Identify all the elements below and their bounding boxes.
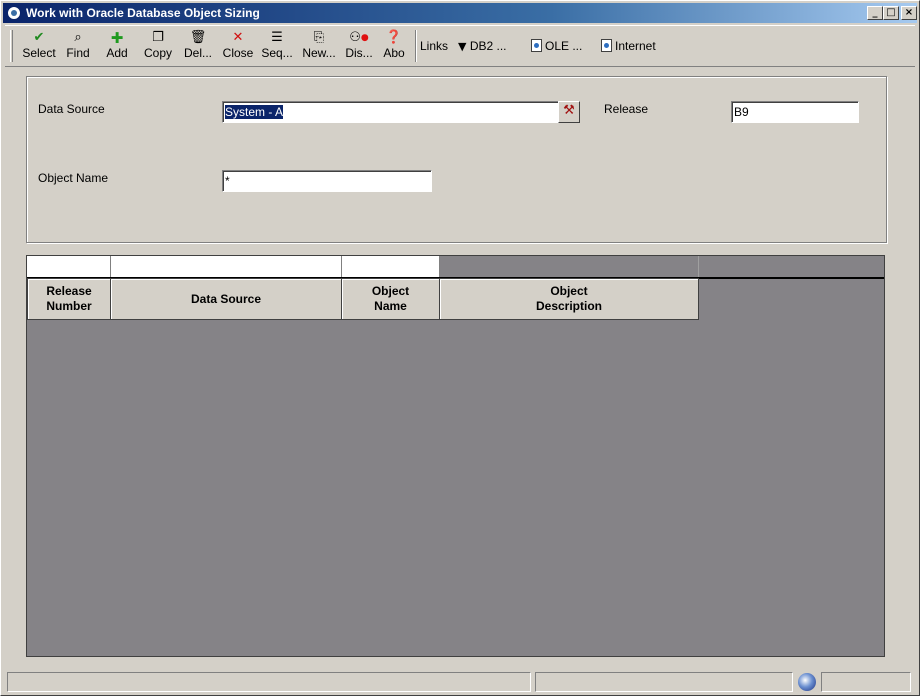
checkmark-icon: ✔	[33, 30, 45, 45]
select-button[interactable]: ✔ Select	[19, 29, 59, 65]
links-menu[interactable]: Links	[420, 39, 448, 53]
object-name-input[interactable]: *	[222, 170, 432, 192]
x-icon: ✕	[232, 30, 244, 45]
document-icon	[601, 39, 612, 52]
data-source-value: System - A	[225, 105, 284, 119]
plus-icon: ✚	[110, 29, 124, 47]
application-window: Work with Oracle Database Object Sizing …	[0, 0, 920, 696]
sequence-icon: ☰	[271, 30, 283, 45]
title-bar[interactable]: Work with Oracle Database Object Sizing …	[3, 3, 917, 23]
ole-link[interactable]: OLE ...	[531, 39, 582, 53]
release-input[interactable]: B9	[731, 101, 859, 123]
qbe-object-name[interactable]	[342, 256, 440, 278]
seq-button[interactable]: ☰ Seq...	[259, 29, 295, 65]
column-header-data-source[interactable]: Data Source	[111, 278, 342, 320]
status-info-pane	[535, 672, 793, 692]
column-header-object-name[interactable]: Object Name	[342, 278, 440, 320]
trash-icon: 🗑	[189, 30, 207, 45]
object-name-value: *	[225, 174, 230, 188]
delete-button[interactable]: 🗑 Del...	[181, 29, 215, 65]
data-source-label: Data Source	[38, 102, 105, 116]
toolbar-grip[interactable]	[10, 30, 13, 62]
column-header-release-number[interactable]: Release Number	[27, 278, 111, 320]
qbe-empty	[699, 256, 884, 278]
new-button[interactable]: ⎘ New...	[299, 29, 339, 65]
toolbar: ✔ Select ⌕ Find ✚ Add ❐ Copy 🗑 Del... ✕ …	[5, 25, 915, 67]
help-icon: ❓	[385, 30, 403, 45]
display-icon: ⚇●	[349, 30, 369, 45]
display-button[interactable]: ⚇● Dis...	[341, 29, 377, 65]
qbe-object-description	[440, 256, 699, 278]
globe-icon	[798, 673, 816, 691]
dropdown-arrow-icon: ▼	[458, 40, 467, 53]
qbe-data-source[interactable]	[111, 256, 342, 278]
toolbar-separator	[415, 30, 417, 62]
copy-button[interactable]: ❐ Copy	[139, 29, 177, 65]
app-globe-icon	[7, 6, 21, 20]
close-button[interactable]: ✕ Close	[219, 29, 257, 65]
about-button[interactable]: ❓ Abo	[379, 29, 409, 65]
release-label: Release	[604, 102, 649, 116]
window-title: Work with Oracle Database Object Sizing	[26, 6, 260, 20]
find-button[interactable]: ⌕ Find	[61, 29, 95, 65]
status-message-pane	[7, 672, 531, 692]
db2-link[interactable]: ▼ DB2 ...	[458, 39, 507, 53]
release-value: B9	[734, 105, 749, 119]
data-source-input[interactable]: System - A	[222, 101, 559, 123]
document-icon	[531, 39, 542, 52]
qbe-release-number[interactable]	[27, 256, 111, 278]
object-name-label: Object Name	[38, 171, 109, 185]
close-window-button[interactable]: ×	[901, 6, 917, 20]
new-icon: ⎘	[313, 30, 325, 45]
internet-link[interactable]: Internet	[601, 39, 656, 53]
maximize-button[interactable]: □	[883, 6, 899, 20]
add-button[interactable]: ✚ Add	[101, 29, 133, 65]
results-grid[interactable]: Release Number Data Source Object Name O…	[26, 255, 885, 657]
search-lookup-button[interactable]: ⚒	[558, 101, 580, 123]
minimize-button[interactable]: _	[867, 6, 883, 20]
status-extra-pane	[821, 672, 911, 692]
copy-icon: ❐	[152, 30, 164, 45]
column-header-object-description[interactable]: Object Description	[440, 278, 699, 320]
find-icon: ⌕	[74, 30, 82, 45]
hammer-icon: ⚒	[563, 103, 575, 118]
status-bar	[5, 671, 915, 693]
